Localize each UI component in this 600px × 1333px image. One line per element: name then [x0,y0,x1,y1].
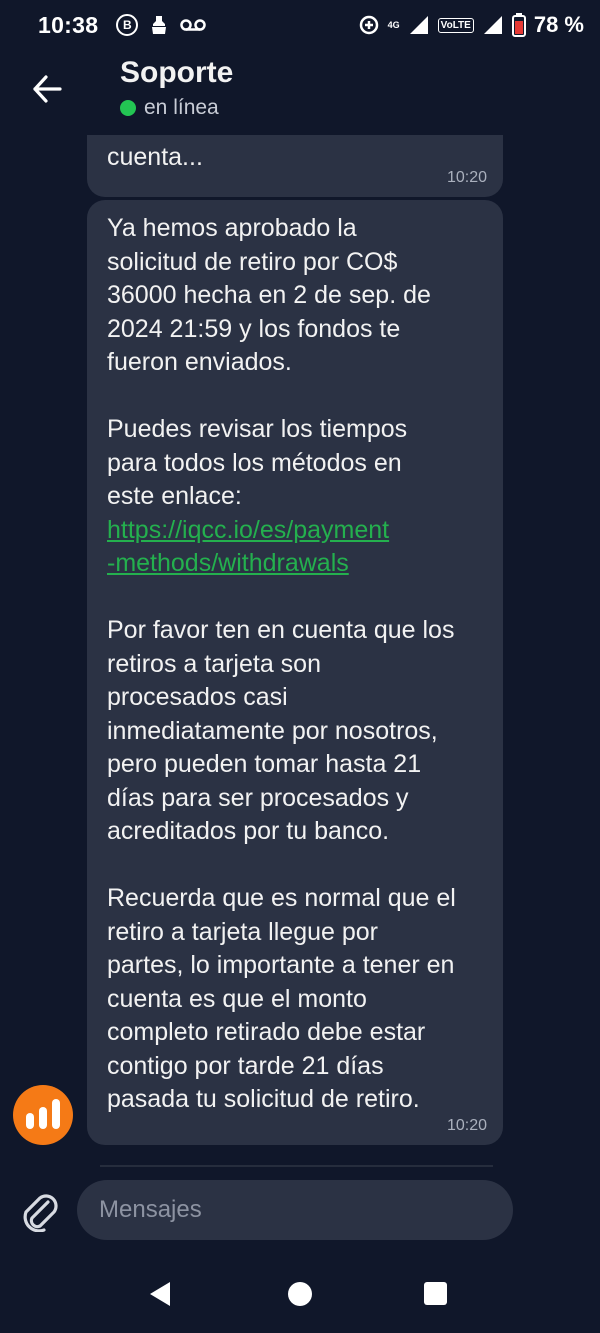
status-bar: 10:38 B 4G VoLTE 78 % [0,0,600,50]
presence-text: en línea [144,96,219,119]
b-notification-icon: B [116,14,139,36]
nav-home-icon[interactable] [288,1282,312,1306]
message-input[interactable] [77,1180,513,1240]
system-icons: 4G VoLTE 78 % [358,12,584,38]
online-dot-icon [120,100,136,116]
message-paragraph: Por favor ten en cuenta que los retiros … [107,616,456,1113]
message-time: 10:20 [446,1117,487,1134]
message-paragraph: Ya hemos aprobado la solicitud de retiro… [107,214,431,510]
composer-divider [100,1165,493,1167]
volte-badge: VoLTE [437,17,474,33]
notification-icons: B [116,14,207,36]
nav-recents-icon[interactable] [424,1282,447,1305]
data-saver-icon [359,15,378,35]
paperclip-icon[interactable] [18,1188,60,1232]
nav-back-icon[interactable] [146,1280,174,1308]
message-bubble[interactable]: Ya hemos aprobado la solicitud de retiro… [87,200,503,1145]
voicemail-icon [180,19,207,31]
message-list[interactable]: cuenta... 10:20 Ya hemos aprobado la sol… [0,135,600,1160]
logo-bar [52,1099,60,1129]
battery-icon [511,13,526,37]
signal-icon-2 [483,16,502,34]
agent-avatar [13,1085,73,1145]
chat-title: Soporte [120,56,234,89]
chart-bars-logo [26,1113,34,1129]
withdrawal-link[interactable]: https://iqcc.io/es/payment [107,516,389,544]
chat-header: Soporte en línea [0,50,600,135]
message-bubble[interactable]: cuenta... 10:20 [87,135,503,197]
signal-icon [409,16,428,34]
system-nav-bar [0,1260,600,1333]
presence: en línea [120,96,219,120]
logo-bar [39,1107,47,1129]
network-type: 4G [387,20,400,30]
battery-percent: 78 % [533,12,584,37]
arrow-left-icon[interactable] [30,72,64,106]
cleaner-icon [152,16,167,34]
message-time: 10:20 [446,169,487,186]
message-text: Ya hemos aprobado la solicitud de retiro… [107,212,483,1117]
withdrawal-link-cont[interactable]: -methods/withdrawals [107,549,349,577]
message-text: cuenta... [107,143,203,171]
clock: 10:38 [38,11,99,38]
